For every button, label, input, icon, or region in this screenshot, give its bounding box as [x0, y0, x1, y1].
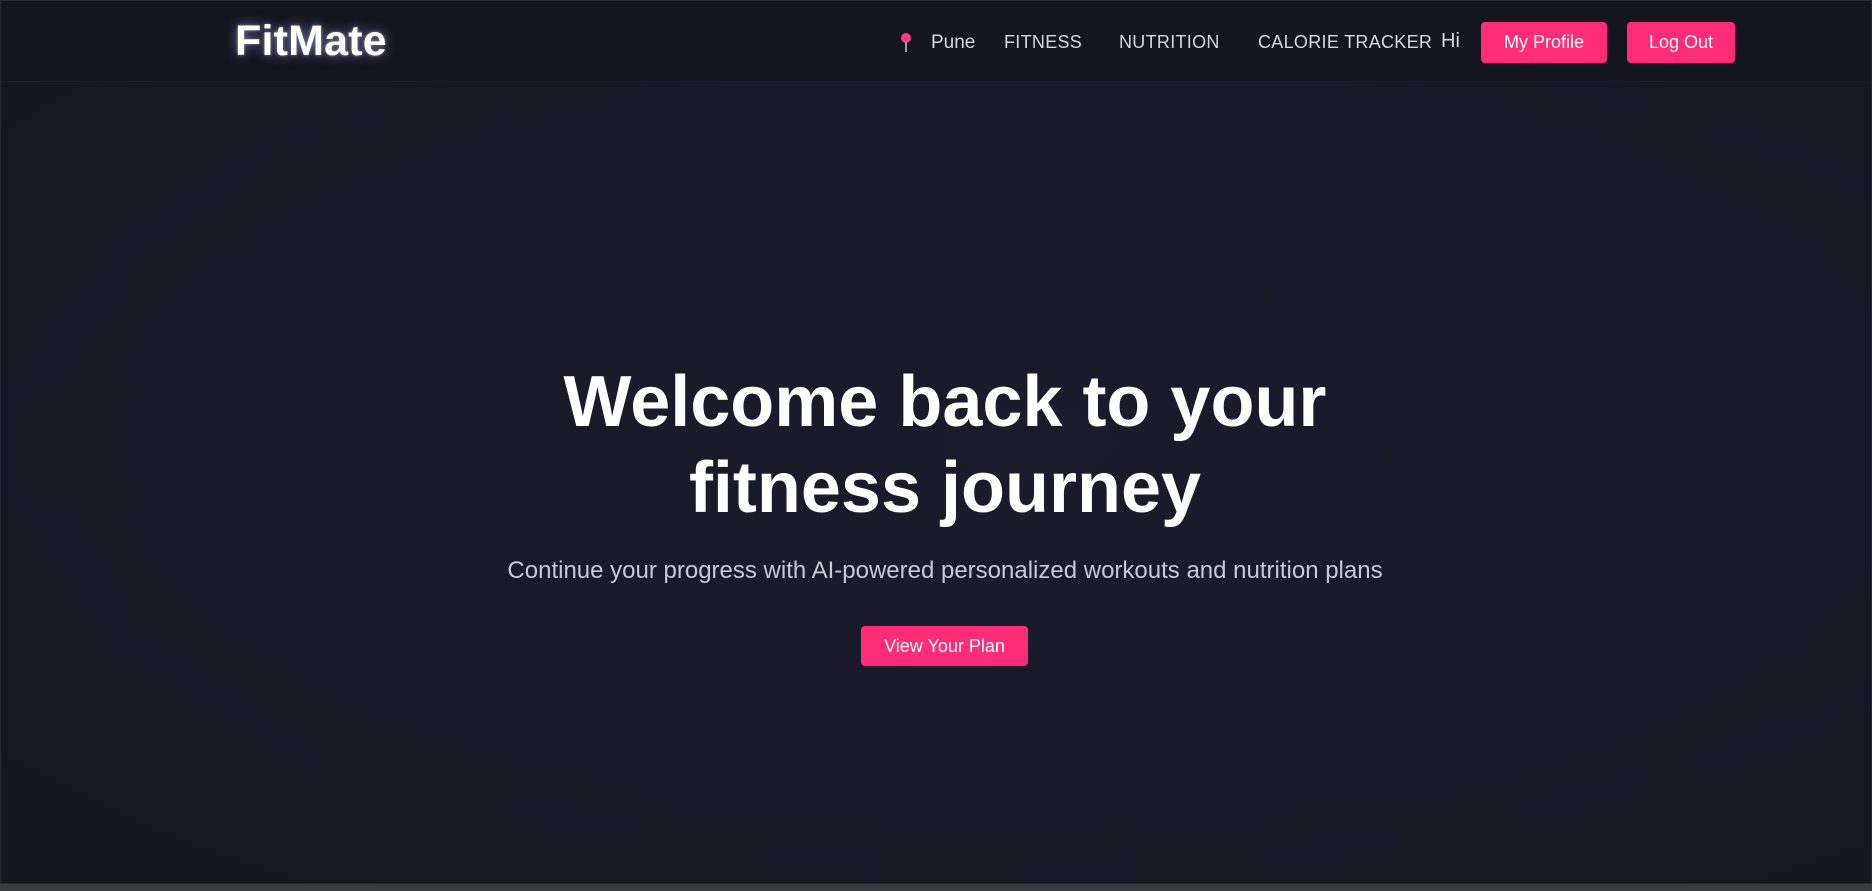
page-viewport: FitMate Pune FITNESS NUTRITION CALORIE T…: [0, 0, 1872, 884]
hero-subtitle: Continue your progress with AI-powered p…: [507, 557, 1383, 584]
nav-link-nutrition[interactable]: NUTRITION: [1119, 32, 1220, 53]
view-your-plan-button[interactable]: View Your Plan: [861, 626, 1028, 666]
map-pin-icon: [901, 33, 911, 53]
location-indicator[interactable]: Pune: [901, 32, 975, 54]
log-out-button[interactable]: Log Out: [1627, 22, 1735, 63]
hero-title: Welcome back to your fitness journey: [437, 359, 1453, 531]
user-greeting: Hi: [1441, 30, 1460, 52]
hero-title-line-2: fitness journey: [688, 448, 1202, 528]
nav-link-calorie-tracker[interactable]: CALORIE TRACKER: [1258, 32, 1432, 53]
brand-logo[interactable]: FitMate: [235, 17, 387, 66]
location-label: Pune: [931, 32, 976, 53]
hero-title-line-1: Welcome back to your: [563, 362, 1327, 442]
navbar: FitMate Pune FITNESS NUTRITION CALORIE T…: [1, 1, 1871, 82]
nav-link-fitness[interactable]: FITNESS: [1004, 32, 1082, 53]
my-profile-button[interactable]: My Profile: [1481, 22, 1607, 63]
